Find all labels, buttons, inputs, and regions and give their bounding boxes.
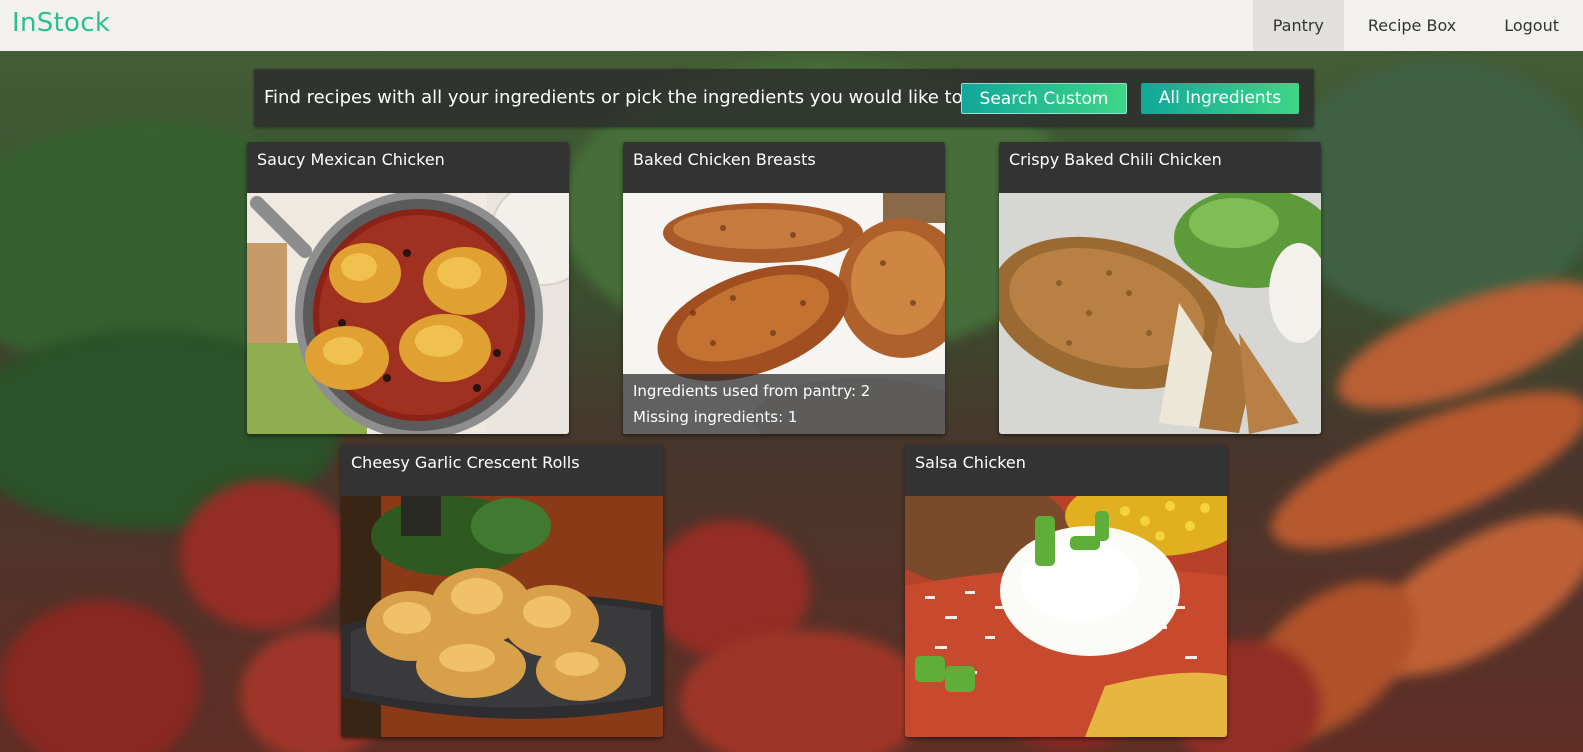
recipe-image: [905, 496, 1227, 737]
ingredients-used-label: Ingredients used from pantry: 2: [633, 382, 871, 400]
search-custom-button[interactable]: Search Custom: [961, 83, 1127, 114]
recipe-image: [999, 193, 1321, 434]
brand-logo[interactable]: InStock: [12, 8, 110, 38]
navbar: InStock Pantry Recipe Box Logout: [0, 0, 1583, 51]
recipe-title: Crispy Baked Chili Chicken: [999, 142, 1321, 193]
nav-recipe-box[interactable]: Recipe Box: [1344, 0, 1480, 51]
recipe-title: Saucy Mexican Chicken: [247, 142, 569, 193]
nav-pantry[interactable]: Pantry: [1252, 0, 1344, 51]
all-ingredients-button[interactable]: All Ingredients: [1141, 83, 1299, 114]
search-banner: Find recipes with all your ingredients o…: [254, 69, 1314, 127]
missing-ingredients-label: Missing ingredients: 1: [633, 408, 798, 426]
nav-logout[interactable]: Logout: [1480, 0, 1583, 51]
recipe-card[interactable]: Baked Chicken Breasts Ingredients used f…: [623, 142, 945, 434]
recipe-card[interactable]: Salsa Chicken: [905, 445, 1227, 737]
recipe-image: [247, 193, 569, 434]
recipe-card[interactable]: Saucy Mexican Chicken: [247, 142, 569, 434]
recipe-ingredient-info: Ingredients used from pantry: 2 Missing …: [623, 374, 945, 434]
recipe-title: Cheesy Garlic Crescent Rolls: [341, 445, 663, 496]
recipe-card[interactable]: Cheesy Garlic Crescent Rolls: [341, 445, 663, 737]
nav-links: Pantry Recipe Box Logout: [1252, 0, 1583, 51]
recipe-image: [341, 496, 663, 737]
recipe-card[interactable]: Crispy Baked Chili Chicken: [999, 142, 1321, 434]
recipe-title: Baked Chicken Breasts: [623, 142, 945, 193]
banner-text: Find recipes with all your ingredients o…: [264, 87, 1008, 108]
recipe-title: Salsa Chicken: [905, 445, 1227, 496]
